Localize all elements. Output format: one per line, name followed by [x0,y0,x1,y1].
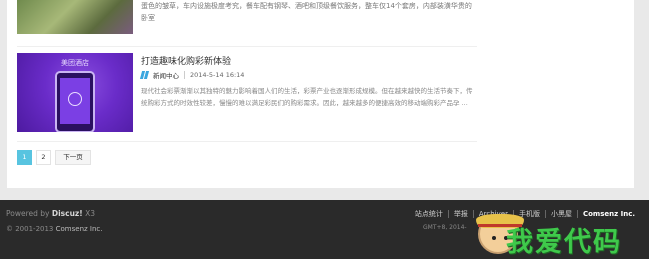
phone-illustration [55,71,95,132]
page-2-button[interactable]: 2 [36,150,51,165]
watermark: 我爱代码 [476,212,649,259]
footer-separator [472,210,474,218]
article-date: 2014-5-14 16:14 [190,71,245,79]
phone-screen [60,78,90,124]
copyright: © 2001-2013 Comsenz Inc. [6,225,103,233]
footer-link-stats[interactable]: 站点统计 [415,209,443,219]
meta-separator [184,71,185,79]
article-excerpt: 现代社会彩票渐渐以其独特的魅力影响着国人们的生活，彩票产业也逐渐形成规模。但在越… [141,87,473,107]
page-1-button[interactable]: 1 [17,150,32,165]
comsenz-link[interactable]: Comsenz Inc. [56,225,103,233]
article-excerpt: 蛋色的皱草，车内设施极度考究，餐车配有钢琴、酒吧和顶级餐饮服务，整车仅14个套房… [141,2,472,22]
article-thumbnail[interactable] [17,0,133,34]
divider [17,141,477,142]
thumbnail-caption: 美团酒店 [61,59,89,67]
footer-separator [447,210,449,218]
app-logo-icon [68,92,82,106]
footer-link-report[interactable]: 举报 [454,209,468,219]
article-category[interactable]: 新闻中心 [153,70,179,80]
category-icon [139,71,150,79]
powered-by: Powered by Discuz! X3 [6,209,96,218]
content-card: 蛋色的皱草，车内设施极度考究，餐车配有钢琴、酒吧和顶级餐饮服务，整车仅14个套房… [7,0,634,188]
eye [492,236,496,240]
article-title[interactable]: 打造趣味化购彩新体验 [141,54,231,67]
next-page-button[interactable]: 下一页 [55,150,91,165]
watermark-text: 我爱代码 [506,227,622,258]
article-thumbnail[interactable]: 美团酒店 [17,53,133,132]
article-item: 美团酒店 打造趣味化购彩新体验 新闻中心 2014-5-14 16:14 现代社… [17,53,477,137]
server-time: GMT+8, 2014- [423,224,467,231]
divider [17,46,477,47]
pagination: 1 2 下一页 [17,150,95,165]
discuz-link[interactable]: Discuz! [52,209,83,218]
article-meta: 新闻中心 2014-5-14 16:14 [139,70,245,80]
article-item: 蛋色的皱草，车内设施极度考究，餐车配有钢琴、酒吧和顶级餐饮服务，整车仅14个套房… [17,0,477,46]
